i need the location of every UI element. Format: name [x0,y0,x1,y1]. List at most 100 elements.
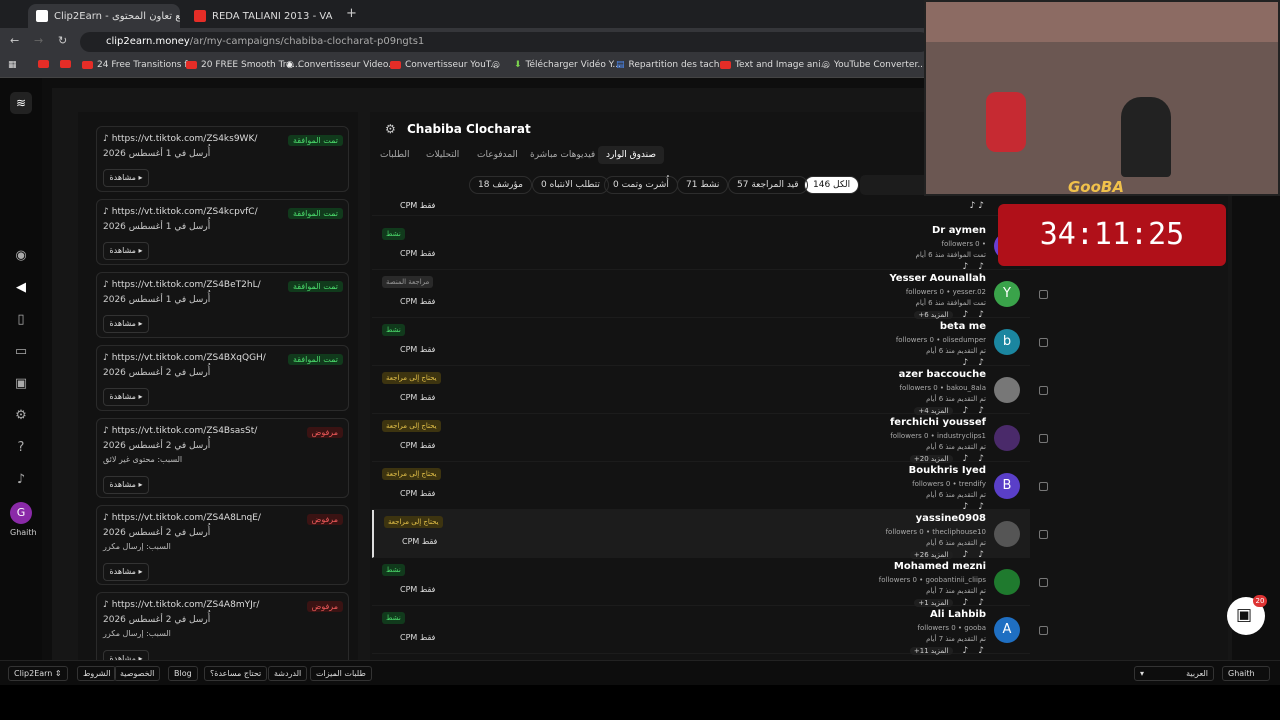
submission-link[interactable]: ♪ https://vt.tiktok.com/ZS4A8mYJr/ [103,600,259,610]
tab-live-videos[interactable]: فيديوهات مباشرة [530,150,595,160]
status-badge: نشط [382,564,405,576]
avatar: b [994,329,1020,355]
bookmark-item[interactable]: ▤ Repartition des tach... [616,60,728,70]
row-checkbox[interactable] [1039,626,1048,635]
bookmark-item[interactable]: ◎ YouTube Converter... [822,60,926,70]
tiktok-icon: ♪ [103,513,109,523]
tab-payments[interactable]: المدفوعات [477,150,518,160]
footer-privacy[interactable]: الخصوصية [114,666,161,681]
creator-row[interactable]: مراجعة المنصة CPM فقط Yesser Aounallah foll… [372,270,1030,320]
row-checkbox[interactable] [1039,578,1048,587]
row-checkbox[interactable] [1039,530,1048,539]
submission-link[interactable]: ♪ https://vt.tiktok.com/ZS4BXqQGH/ [103,353,266,363]
bookmark-item[interactable]: Convertisseur YouT... [390,60,499,70]
submission-link[interactable]: ♪ https://vt.tiktok.com/ZS4BsasSt/ [103,426,257,436]
row-checkbox[interactable] [1039,386,1048,395]
bookmark-youtube[interactable] [38,60,49,68]
settings-icon[interactable]: ⚙ [385,122,396,136]
back-icon[interactable]: ← [10,34,19,47]
tab-inbox[interactable]: صندوق الوارد [598,146,665,164]
submission-card: ♪ https://vt.tiktok.com/ZS4BeT2hL/أُرسل ف… [96,272,349,338]
partial-row: CPM فقط ♪ ♪ [372,198,1030,216]
megaphone-icon[interactable]: ◀ [13,280,29,296]
status-badge: تمت الموافقة [287,281,343,292]
browser-tab[interactable]: REDA TALIANI 2013 - VA BE [186,4,336,28]
creator-row[interactable]: نشط CPM فقط Ali Lahbib followers 0 • gooba … [372,606,1030,656]
creator-row[interactable]: يحتاج إلى مراجعة CPM فقط Boukhris Iyed foll… [372,462,1030,512]
row-checkbox[interactable] [1039,290,1048,299]
creator-name: Mohamed mezni [893,561,986,572]
view-button[interactable]: مشاهدة ▸ [103,388,149,406]
creator-row[interactable]: نشط CPM فقط Mohamed mezni followers 0 • goo… [372,558,1030,608]
avatar: B [994,473,1020,499]
chat-icon[interactable]: ▭ [13,344,29,360]
language-select[interactable]: ▾ العربية [1134,666,1214,681]
tab-requests[interactable]: الطلبات [380,150,410,160]
filter-archived[interactable]: مؤرشف 18 [469,176,532,194]
document-icon[interactable]: ▯ [13,312,29,328]
row-checkbox[interactable] [1039,482,1048,491]
view-button[interactable]: مشاهدة ▸ [103,315,149,333]
creator-row[interactable]: يحتاج إلى مراجعة CPM فقط azer baccouche fol… [372,366,1030,416]
filter-active[interactable]: نشط 71 [677,176,729,194]
submission-link[interactable]: ♪ https://vt.tiktok.com/ZS4ks9WK/ [103,134,257,144]
creator-row[interactable]: نشط CPM فقط beta me followers 0 • olisedump… [372,318,1030,368]
filter-pending[interactable]: قيد المراجعة 57 [728,176,808,194]
inbox-icon[interactable]: ▣ [13,376,29,392]
tiktok-icon[interactable]: ♪ [963,646,969,656]
app-logo[interactable]: ≋ [10,92,32,114]
footer-chat[interactable]: الدردشة [268,666,308,681]
tiktok-icon[interactable]: ♪ ♪ [970,201,984,211]
footer-terms[interactable]: الشروط [77,666,117,681]
bookmark-item[interactable]: 24 Free Transitions f... [82,60,195,70]
view-button[interactable]: مشاهدة ▸ [103,476,149,494]
submission-link[interactable]: ♪ https://vt.tiktok.com/ZS4BeT2hL/ [103,280,261,290]
submission-card: ♪ https://vt.tiktok.com/ZS4A8LnqE/أُرسل ف… [96,505,349,585]
bookmark-item[interactable]: ◎ [492,60,500,70]
footer-help[interactable]: تحتاج مساعدة؟ [204,666,268,681]
bell-icon[interactable]: ♪ [13,472,29,488]
url-field[interactable]: clip2earn.money/ar/my-campaigns/chabiba-… [80,32,930,52]
footer-user[interactable]: Ghaith [1222,666,1270,681]
tab-analytics[interactable]: التحليلات [426,150,459,160]
bookmark-item[interactable]: ◉ Convertisseur Video... [286,60,397,70]
bookmark-item[interactable]: 20 FREE Smooth Tra... [186,60,301,70]
compass-icon[interactable]: ◉ [13,248,29,264]
settings-icon[interactable]: ⚙ [13,408,29,424]
view-button[interactable]: مشاهدة ▸ [103,169,149,187]
submission-link[interactable]: ♪ https://vt.tiktok.com/ZS4kcpvfC/ [103,207,258,217]
tiktok-icon: ♪ [103,207,109,217]
filter-all[interactable]: الكل 146 [804,176,860,194]
filter-flagged[interactable]: أُشرت وتمت 0 [604,176,678,194]
submission-link[interactable]: ♪ https://vt.tiktok.com/ZS4A8LnqE/ [103,513,261,523]
help-icon[interactable]: ? [13,440,29,456]
footer-feature-requests[interactable]: طلبات الميزات [310,666,372,681]
bookmark-item[interactable]: ⬇ Télécharger Vidéo Y... [514,60,621,70]
view-button[interactable]: مشاهدة ▸ [103,650,149,660]
creator-row[interactable]: نشط CPM فقط Dr aymen followers 0 • تمت المو… [372,222,1030,272]
globe-icon: ◎ [822,60,830,70]
bookmark-youtube[interactable] [60,60,71,68]
view-button[interactable]: مشاهدة ▸ [103,242,149,260]
filter-attention[interactable]: تتطلب الانتباه 0 [532,176,609,194]
bookmark-item[interactable]: Text and Image ani... [720,60,829,70]
chat-button[interactable]: ▣ 20 [1227,595,1267,635]
row-checkbox[interactable] [1039,338,1048,347]
apps-icon[interactable]: ▦ [8,60,17,70]
browser-tab[interactable]: Clip2Earn - تسريع تعاون المحتوى [28,4,180,28]
row-checkbox[interactable] [1039,434,1048,443]
search-input[interactable] [860,175,930,195]
tiktok-icon[interactable]: ♪ [978,646,984,656]
reload-icon[interactable]: ↻ [58,34,67,47]
tiktok-icon: ♪ [103,426,109,436]
footer-blog[interactable]: Blog [168,666,198,681]
forward-icon[interactable]: → [34,34,43,47]
row-cpm: CPM فقط [400,249,436,258]
creator-row[interactable]: يحتاج إلى مراجعة CPM فقط ferchichi youssef… [372,414,1030,464]
more-platforms[interactable]: +11 المزيد [909,647,953,655]
new-tab-icon[interactable]: + [346,6,357,21]
creator-row[interactable]: يحتاج إلى مراجعة CPM فقط yassine0908 follow… [372,510,1030,560]
brand-switcher[interactable]: Clip2Earn ⇕ [8,666,68,681]
user-avatar[interactable]: G [10,502,32,524]
view-button[interactable]: مشاهدة ▸ [103,563,149,581]
